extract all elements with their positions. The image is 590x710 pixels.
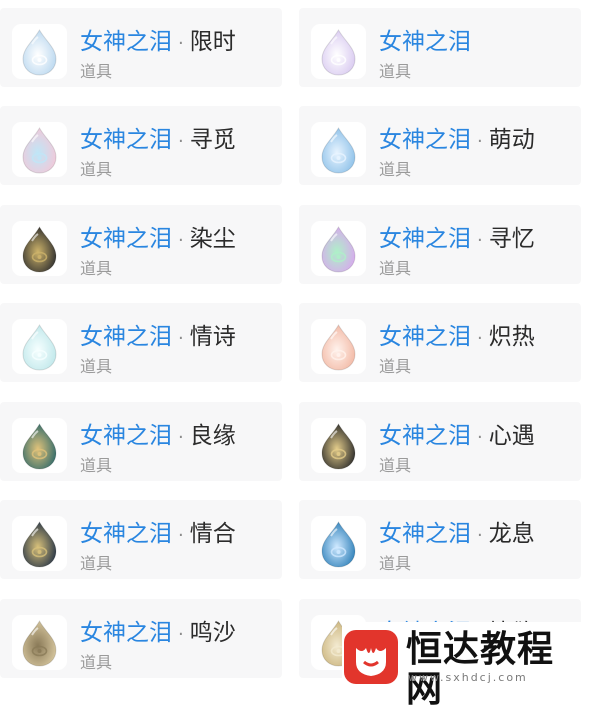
item-card[interactable]: 女神之泪 · 心遇道具	[299, 402, 581, 481]
item-title: 女神之泪 · 良缘	[80, 422, 236, 452]
item-name: 女神之泪	[379, 521, 471, 547]
item-variant: 心遇	[488, 423, 535, 449]
item-card[interactable]: 女神之泪 · 情诗道具	[0, 303, 282, 382]
item-variant: 寻觅	[189, 127, 236, 153]
item-variant: 萌动	[488, 127, 535, 153]
item-variant: 炽热	[488, 324, 535, 350]
sapphire-teardrop-icon	[311, 516, 366, 571]
item-variant: 寻忆	[488, 226, 535, 252]
item-title: 女神之泪 · 心遇	[379, 422, 535, 452]
item-variant: 染尘	[189, 226, 236, 252]
watermark: 恒达教程网 www.sxhdcj.com	[342, 622, 590, 710]
ice-teardrop-icon	[12, 24, 67, 79]
item-title: 女神之泪 · 染尘	[80, 225, 236, 255]
item-name: 女神之泪	[80, 620, 172, 646]
item-card[interactable]: 女神之泪 · 炽热道具	[299, 303, 581, 382]
item-name: 女神之泪	[80, 324, 172, 350]
peach-teardrop-icon	[311, 319, 366, 374]
heart-hand-logo-icon	[344, 630, 398, 684]
navy-teardrop-icon	[12, 516, 67, 571]
rainbow-teardrop-icon	[311, 221, 366, 276]
item-type: 道具	[379, 456, 412, 475]
separator-dot: ·	[178, 131, 184, 152]
item-type: 道具	[80, 259, 113, 278]
item-card[interactable]: 女神之泪 · 染尘道具	[0, 205, 282, 284]
item-type: 道具	[379, 357, 412, 376]
separator-dot: ·	[178, 328, 184, 349]
separator-dot: ·	[477, 131, 483, 152]
teal-teardrop-icon	[12, 418, 67, 473]
lavender-teardrop-icon	[311, 24, 366, 79]
item-card[interactable]: 女神之泪 · 龙息道具	[299, 500, 581, 579]
separator-dot: ·	[178, 427, 184, 448]
item-title: 女神之泪 · 情诗	[80, 323, 236, 353]
item-title: 女神之泪 · 炽热	[379, 323, 535, 353]
item-type: 道具	[80, 160, 113, 179]
item-variant: 情诗	[189, 324, 236, 350]
item-type: 道具	[379, 62, 412, 81]
item-title: 女神之泪	[379, 28, 471, 56]
item-type: 道具	[379, 259, 412, 278]
separator-dot: ·	[477, 525, 483, 546]
item-type: 道具	[80, 62, 113, 81]
item-card[interactable]: 女神之泪 · 鸣沙道具	[0, 599, 282, 678]
item-title: 女神之泪 · 情合	[80, 520, 236, 550]
item-card[interactable]: 女神之泪 · 寻觅道具	[0, 106, 282, 185]
watermark-url: www.sxhdcj.com	[408, 671, 528, 684]
pastel-teardrop-icon	[12, 122, 67, 177]
item-grid: 女神之泪 · 限时 道具 女神之泪 道具 女神之泪 · 寻觅 道具 女神之泪 · 萌动 道具 女神之泪 · 染尘…	[0, 0, 590, 689]
item-variant: 情合	[189, 521, 236, 547]
item-title: 女神之泪 · 寻觅	[80, 126, 236, 156]
item-name: 女神之泪	[379, 29, 471, 55]
separator-dot: ·	[477, 328, 483, 349]
item-type: 道具	[80, 554, 113, 573]
item-title: 女神之泪 · 龙息	[379, 520, 535, 550]
black-gold-teardrop-icon	[311, 418, 366, 473]
separator-dot: ·	[178, 525, 184, 546]
item-name: 女神之泪	[379, 423, 471, 449]
crystal-teardrop-icon	[12, 319, 67, 374]
item-variant: 限时	[189, 29, 236, 55]
item-card[interactable]: 女神之泪 · 寻忆道具	[299, 205, 581, 284]
item-name: 女神之泪	[379, 127, 471, 153]
sand-teardrop-icon	[12, 615, 67, 670]
item-card[interactable]: 女神之泪 · 限时道具	[0, 8, 282, 87]
item-type: 道具	[80, 653, 113, 672]
item-title: 女神之泪 · 寻忆	[379, 225, 535, 255]
item-title: 女神之泪 · 萌动	[379, 126, 535, 156]
item-name: 女神之泪	[379, 324, 471, 350]
dark-eye-teardrop-icon	[12, 221, 67, 276]
item-card[interactable]: 女神之泪 道具	[299, 8, 581, 87]
item-card[interactable]: 女神之泪 · 萌动道具	[299, 106, 581, 185]
item-card[interactable]: 女神之泪 · 良缘道具	[0, 402, 282, 481]
separator-dot: ·	[178, 624, 184, 645]
watermark-text: 恒达教程网	[406, 629, 555, 710]
item-type: 道具	[379, 554, 412, 573]
item-variant: 龙息	[488, 521, 535, 547]
separator-dot: ·	[178, 230, 184, 251]
item-type: 道具	[379, 160, 412, 179]
item-name: 女神之泪	[80, 29, 172, 55]
blue-teardrop-icon	[311, 122, 366, 177]
item-name: 女神之泪	[80, 127, 172, 153]
item-variant: 良缘	[189, 423, 236, 449]
item-title: 女神之泪 · 鸣沙	[80, 619, 236, 649]
item-name: 女神之泪	[80, 423, 172, 449]
item-name: 女神之泪	[80, 521, 172, 547]
item-type: 道具	[80, 456, 113, 475]
item-name: 女神之泪	[379, 226, 471, 252]
item-card[interactable]: 女神之泪 · 情合道具	[0, 500, 282, 579]
item-title: 女神之泪 · 限时	[80, 28, 236, 58]
item-variant: 鸣沙	[189, 620, 236, 646]
separator-dot: ·	[178, 33, 184, 54]
separator-dot: ·	[477, 427, 483, 448]
item-name: 女神之泪	[80, 226, 172, 252]
separator-dot: ·	[477, 230, 483, 251]
item-type: 道具	[80, 357, 113, 376]
